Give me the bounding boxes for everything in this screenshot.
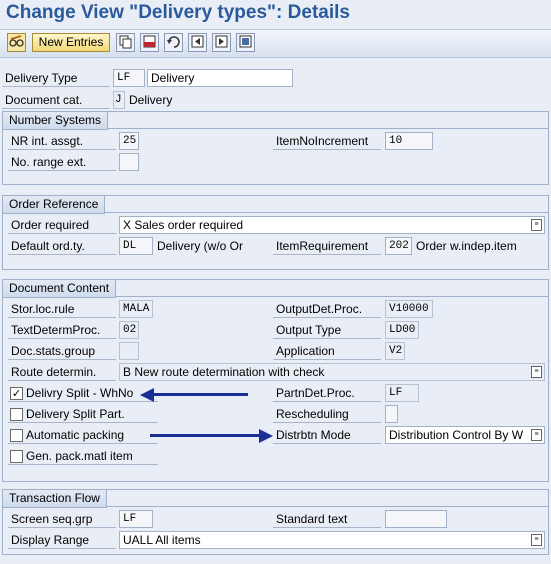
default-ord-ty-text: Delivery (w/o Or — [157, 239, 244, 253]
dropdown-list-icon[interactable]: ≡ — [531, 429, 542, 441]
rescheduling-field[interactable] — [385, 405, 398, 423]
output-det-proc-label: OutputDet.Proc. — [273, 300, 381, 318]
partn-det-proc-label: PartnDet.Proc. — [273, 384, 381, 402]
document-cat-field: J — [113, 91, 125, 109]
document-cat-text: Delivery — [129, 93, 173, 107]
delete-icon[interactable] — [140, 33, 159, 52]
partn-det-proc-field: LF — [385, 384, 419, 402]
no-range-ext-label: No. range ext. — [8, 153, 116, 171]
text-determ-proc-field: 02 — [119, 321, 139, 339]
annotation-arrow-left-shaft — [154, 393, 248, 396]
select-all-icon[interactable] — [236, 33, 255, 52]
document-cat-label: Document cat. — [2, 91, 110, 109]
stor-loc-rule-field: MALA — [119, 300, 153, 318]
route-determin-label: Route determin. — [8, 363, 116, 381]
route-determin-dropdown[interactable]: B New route determination with check ≡ — [119, 363, 545, 381]
delivery-split-whno-label: Delivry Split - WhNo — [26, 386, 134, 400]
distrbtn-mode-value: Distribution Control By W — [389, 428, 524, 442]
display-range-label: Display Range — [8, 531, 116, 549]
item-requirement-text: Order w.indep.item — [416, 239, 517, 253]
item-requirement-field[interactable]: 202 — [385, 237, 412, 255]
doc-stats-group-label: Doc.stats.group — [8, 342, 116, 360]
rescheduling-label: Rescheduling — [273, 405, 381, 423]
default-ord-ty-field[interactable]: DL — [119, 237, 153, 255]
item-no-increment-field[interactable]: 10 — [385, 132, 433, 150]
order-reference-title: Order Reference — [3, 196, 106, 214]
delivery-split-part-row[interactable]: Delivery Split Part. — [8, 405, 158, 423]
standard-text-label: Standard text — [273, 510, 381, 528]
copy-icon[interactable] — [116, 33, 135, 52]
route-determin-value: B New route determination with check — [123, 365, 325, 379]
annotation-arrow-right-icon — [259, 429, 273, 443]
nr-int-assgt-label: NR int. assgt. — [8, 132, 116, 150]
distrbtn-mode-dropdown[interactable]: Distribution Control By W ≡ — [385, 426, 545, 444]
new-entries-button[interactable]: New Entries — [32, 33, 110, 52]
item-requirement-label: ItemRequirement — [273, 237, 381, 255]
screen-seq-grp-field[interactable]: LF — [119, 510, 153, 528]
number-systems-title: Number Systems — [3, 112, 109, 130]
undo-icon[interactable] — [164, 33, 183, 52]
item-no-increment-label: ItemNoIncrement — [273, 132, 381, 150]
delivery-split-whno-checkbox[interactable]: ✓ — [10, 387, 23, 400]
delivery-type-field[interactable]: LF — [113, 69, 145, 87]
application-toolbar: New Entries — [0, 29, 551, 58]
application-field: V2 — [385, 342, 405, 360]
automatic-packing-checkbox[interactable] — [10, 429, 23, 442]
output-type-label: Output Type — [273, 321, 381, 339]
distrbtn-mode-label: Distrbtn Mode — [273, 426, 381, 444]
annotation-arrow-left-icon — [140, 388, 154, 402]
dropdown-list-icon[interactable]: ≡ — [531, 366, 542, 378]
delivery-type-name-field[interactable]: Delivery — [147, 69, 293, 87]
order-required-value: X Sales order required — [123, 218, 244, 232]
stor-loc-rule-label: Stor.loc.rule — [8, 300, 116, 318]
transaction-flow-title: Transaction Flow — [3, 490, 107, 508]
text-determ-proc-label: TextDetermProc. — [8, 321, 116, 339]
gen-pack-matl-item-label: Gen. pack.matl item — [26, 449, 133, 463]
display-range-value: UALL All items — [123, 533, 201, 547]
order-required-label: Order required — [8, 216, 116, 234]
standard-text-field[interactable] — [385, 510, 447, 528]
order-required-dropdown[interactable]: X Sales order required ≡ — [119, 216, 545, 234]
dropdown-list-icon[interactable]: ≡ — [531, 534, 542, 546]
delivery-split-part-label: Delivery Split Part. — [26, 407, 125, 421]
next-entry-icon[interactable] — [212, 33, 231, 52]
annotation-arrow-right-shaft — [150, 434, 260, 437]
doc-stats-group-field — [119, 342, 139, 360]
output-type-field: LD00 — [385, 321, 419, 339]
screen-seq-grp-label: Screen seq.grp — [8, 510, 116, 528]
no-range-ext-field[interactable] — [119, 153, 139, 171]
application-label: Application — [273, 342, 381, 360]
default-ord-ty-label: Default ord.ty. — [8, 237, 116, 255]
nr-int-assgt-field[interactable]: 25 — [119, 132, 139, 150]
document-content-title: Document Content — [3, 280, 117, 298]
delivery-split-whno-row[interactable]: Delivry Split - WhNo — [8, 384, 158, 402]
previous-entry-icon[interactable] — [188, 33, 207, 52]
page-title: Change View "Delivery types": Details — [6, 2, 350, 23]
display-range-dropdown[interactable]: UALL All items ≡ — [119, 531, 545, 549]
output-det-proc-field: V10000 — [385, 300, 433, 318]
automatic-packing-row[interactable]: Automatic packing — [8, 426, 158, 444]
dropdown-list-icon[interactable]: ≡ — [531, 219, 542, 231]
gen-pack-matl-item-row[interactable]: Gen. pack.matl item — [8, 447, 158, 465]
edit-glasses-icon[interactable] — [7, 33, 26, 52]
automatic-packing-label: Automatic packing — [26, 428, 125, 442]
delivery-split-part-checkbox[interactable] — [10, 408, 23, 421]
delivery-type-label: Delivery Type — [2, 69, 110, 87]
gen-pack-matl-item-checkbox[interactable] — [10, 450, 23, 463]
